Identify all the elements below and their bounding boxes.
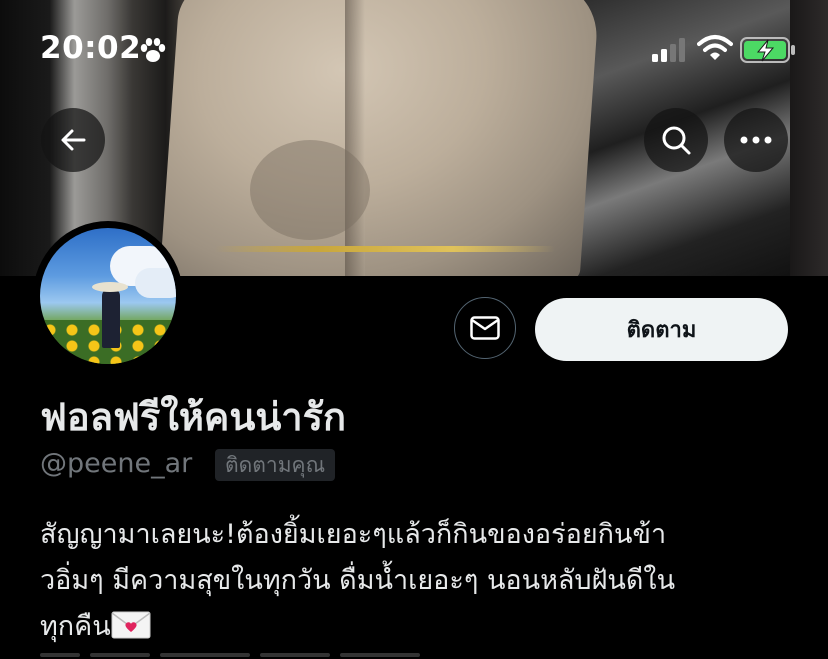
status-bar: 20:02 [0, 0, 828, 100]
display-name: ฟอลฟรีให้คนน่ารัก [40, 395, 347, 439]
bio-line: ทุกคืน [40, 604, 800, 650]
search-icon [662, 126, 691, 155]
follow-button[interactable]: ติดตาม [535, 298, 788, 361]
avatar[interactable] [33, 221, 183, 371]
avatar-hat [92, 282, 128, 292]
message-button[interactable] [454, 297, 516, 359]
paw-icon [140, 38, 166, 62]
bio-line-text: ทุกคืน [40, 611, 111, 642]
more-horizontal-icon [740, 136, 772, 144]
avatar-image [40, 228, 176, 364]
more-options-button[interactable] [724, 108, 788, 172]
bio-line: สัญญามาเลยนะ!ต้องยิ้มเยอะๆแล้วก็กินของอร… [40, 519, 667, 550]
cellular-signal-icon [652, 38, 685, 62]
banner-fold [250, 140, 370, 240]
banner-gold-line [215, 246, 555, 252]
wifi-icon [697, 35, 733, 60]
username-handle: @peene_ar [40, 448, 193, 479]
follows-you-badge: ติดตามคุณ [215, 449, 336, 481]
battery-charging-icon [740, 37, 795, 63]
back-button[interactable] [41, 108, 105, 172]
profile-bio: สัญญามาเลยนะ!ต้องยิ้มเยอะๆแล้วก็กินของอร… [40, 512, 800, 650]
envelope-icon [470, 316, 500, 340]
search-button[interactable] [644, 108, 708, 172]
avatar-cloud [135, 268, 176, 298]
love-letter-icon [111, 611, 151, 639]
arrow-left-icon [61, 129, 86, 151]
status-time: 20:02 [40, 30, 142, 66]
bio-line: วอิ่มๆ มีความสุขในทุกวัน ดื่มน้ำเยอะๆ นอ… [40, 565, 676, 596]
avatar-figure [102, 288, 120, 348]
